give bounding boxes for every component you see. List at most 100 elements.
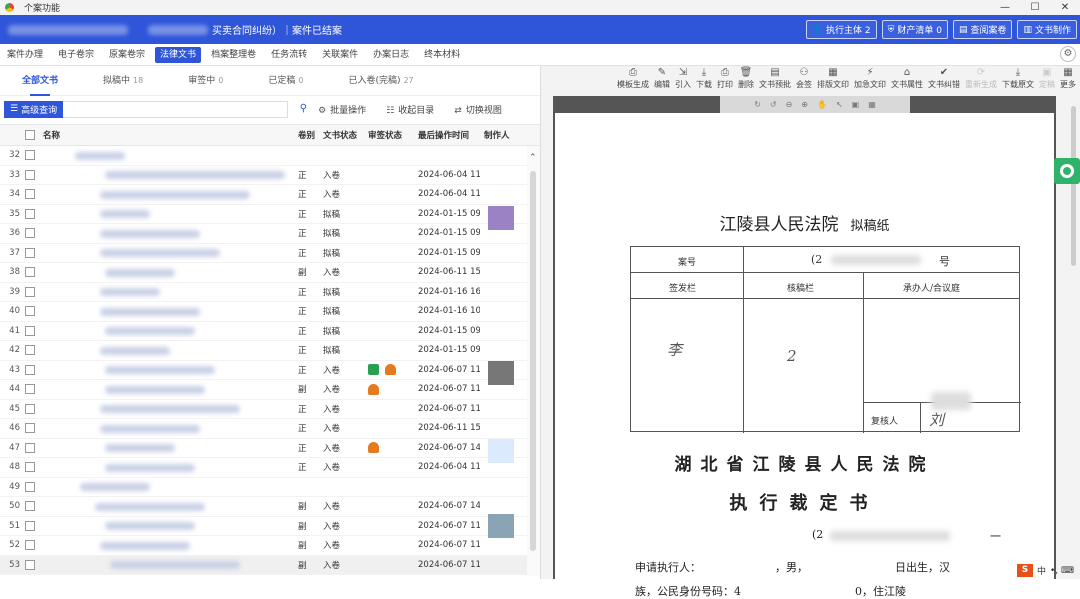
row-checkbox[interactable] [25, 364, 35, 375]
document-name[interactable] [35, 477, 298, 496]
row-checkbox[interactable] [25, 520, 35, 531]
tab-original-file[interactable]: 原案卷宗 [104, 47, 150, 63]
table-row[interactable]: 38 副 入卷 2024-06-11 15:1 [0, 263, 540, 283]
table-row[interactable]: 39 正 拟稿 2024-01-16 16:3 [0, 283, 540, 302]
table-row[interactable]: 37 正 拟稿 2024-01-15 09:3 [0, 243, 540, 263]
row-checkbox[interactable] [25, 481, 35, 492]
row-checkbox[interactable] [25, 228, 35, 239]
row-checkbox[interactable] [25, 267, 35, 278]
fit-page-icon[interactable]: ▣ [852, 100, 860, 109]
hand-icon[interactable]: ✋ [817, 100, 827, 109]
zoom-out-icon[interactable]: ⊖ [786, 100, 793, 109]
document-name[interactable] [35, 321, 298, 340]
row-checkbox[interactable] [25, 286, 35, 297]
zoom-in-icon[interactable]: ⊕ [801, 100, 808, 109]
search-input[interactable]: ⚲ [63, 100, 307, 118]
document-name[interactable] [35, 555, 298, 574]
row-checkbox[interactable] [25, 559, 35, 570]
document-name[interactable] [35, 341, 298, 360]
document-name[interactable] [35, 536, 298, 555]
tag-button[interactable]: ⌂ 文书属性 [891, 66, 923, 96]
row-checkbox[interactable] [25, 423, 35, 434]
row-checkbox[interactable] [25, 345, 35, 356]
row-checkbox[interactable] [25, 384, 35, 395]
table-row[interactable]: 43 正 入卷 2024-06-07 11:5 [0, 360, 540, 380]
viewer-scroll-thumb[interactable] [1071, 106, 1076, 266]
document-name[interactable] [35, 146, 298, 165]
tab-archive[interactable]: 档案整理卷 [206, 47, 261, 63]
tab-termination-materials[interactable]: 终本材料 [419, 47, 465, 63]
scrollbar-thumb[interactable] [530, 171, 536, 551]
document-name[interactable] [35, 243, 298, 262]
table-row[interactable]: 36 正 拟稿 2024-01-15 09:3 [0, 224, 540, 244]
table-row[interactable]: 44 副 入卷 2024-06-07 11:5 [0, 380, 540, 400]
document-name[interactable] [35, 224, 298, 243]
collapse-catalog-button[interactable]: ☷ 收起目录 [386, 103, 434, 116]
document-name[interactable] [35, 302, 298, 321]
table-row[interactable]: 49 [0, 477, 540, 497]
template-button[interactable]: ⎙ 模板生成 [617, 66, 649, 96]
view-file-button[interactable]: ▤ 查阅案卷 [952, 20, 1013, 39]
document-name[interactable] [35, 380, 298, 399]
make-document-button[interactable]: ▥ 文书制作 [1017, 20, 1077, 39]
switch-view-button[interactable]: ⇄ 切换视图 [454, 103, 502, 116]
row-checkbox[interactable] [25, 540, 35, 551]
row-checkbox[interactable] [25, 325, 35, 336]
select-all-checkbox[interactable] [25, 130, 35, 140]
property-list-button[interactable]: ⛨ 财产清单 0 [881, 20, 948, 39]
document-name[interactable] [35, 419, 298, 438]
import-button[interactable]: ⇲ 引入 [675, 66, 691, 96]
table-row[interactable]: 42 正 拟稿 2024-01-15 09:3 [0, 341, 540, 361]
thumbnails-icon[interactable]: ▦ [868, 100, 876, 109]
correct-button[interactable]: ✔ 文书纠错 [928, 66, 960, 96]
table-row[interactable]: 35 正 拟稿 2024-01-15 09:3 [0, 204, 540, 224]
row-checkbox[interactable] [25, 501, 35, 512]
list-scrollbar[interactable]: ⌃ [527, 146, 540, 576]
table-row[interactable]: 52 副 入卷 2024-06-07 11:24 [0, 536, 540, 556]
table-row[interactable]: 53 副 入卷 2024-06-07 11:2 [0, 555, 540, 575]
table-row[interactable]: 50 副 入卷 2024-06-07 14:34 [0, 497, 540, 517]
document-name[interactable] [35, 438, 298, 457]
pointer-icon[interactable]: ↖ [836, 100, 843, 109]
search-icon[interactable]: ⚲ [300, 103, 307, 114]
row-checkbox[interactable] [25, 208, 35, 219]
rotate-cw-icon[interactable]: ↻ [754, 100, 761, 109]
doctab-finalized[interactable]: 已定稿 0 [268, 66, 303, 96]
seal-stamp-icon[interactable] [385, 364, 396, 376]
table-row[interactable]: 45 正 入卷 2024-06-07 11:5 [0, 399, 540, 419]
table-row[interactable]: 32 [0, 146, 540, 166]
document-name[interactable] [35, 360, 298, 379]
row-checkbox[interactable] [25, 150, 35, 161]
ime-status[interactable]: S 中 •, ⌨ [1016, 564, 1074, 577]
row-checkbox[interactable] [25, 462, 35, 473]
doctab-all[interactable]: 全部文书 [22, 66, 58, 96]
table-row[interactable]: 48 正 入卷 2024-06-04 11:0 [0, 458, 540, 478]
close-button[interactable]: ✕ [1050, 0, 1080, 15]
document-name[interactable] [35, 185, 298, 204]
row-checkbox[interactable] [25, 403, 35, 414]
download-button[interactable]: ⤓ 下载 [696, 66, 712, 96]
tab-related-cases[interactable]: 关联案件 [317, 47, 363, 63]
executor-button[interactable]: 👤 执行主体 2 [805, 20, 877, 39]
col-maker[interactable]: 制作人 [484, 129, 524, 141]
col-name[interactable]: 名称 [35, 129, 298, 141]
table-row[interactable]: 41 正 拟稿 2024-01-15 09:3 [0, 321, 540, 341]
col-audit[interactable]: 审签状态 [368, 129, 418, 141]
edit-button[interactable]: ✎ 编辑 [654, 66, 670, 96]
layout-button[interactable]: ▦ 排版文印 [817, 66, 849, 96]
document-name[interactable] [35, 165, 298, 184]
countersign-button[interactable]: ⚇ 会签 [796, 66, 812, 96]
row-checkbox[interactable] [25, 442, 35, 453]
row-checkbox[interactable] [25, 306, 35, 317]
document-name[interactable] [35, 399, 298, 418]
more-button[interactable]: ▦ 更多 [1060, 66, 1076, 96]
table-row[interactable]: 33 正 入卷 2024-06-04 11:0 [0, 165, 540, 185]
urgent-button[interactable]: ⚡ 加急文印 [854, 66, 886, 96]
document-name[interactable] [35, 516, 298, 535]
advanced-search-button[interactable]: ☰ 高级查询 [4, 100, 64, 118]
row-checkbox[interactable] [25, 169, 35, 180]
document-name[interactable] [35, 204, 298, 223]
document-name[interactable] [35, 263, 298, 282]
table-row[interactable]: 47 正 入卷 2024-06-07 14:34 [0, 438, 540, 458]
print-button[interactable]: ⎙ 打印 [717, 66, 733, 96]
